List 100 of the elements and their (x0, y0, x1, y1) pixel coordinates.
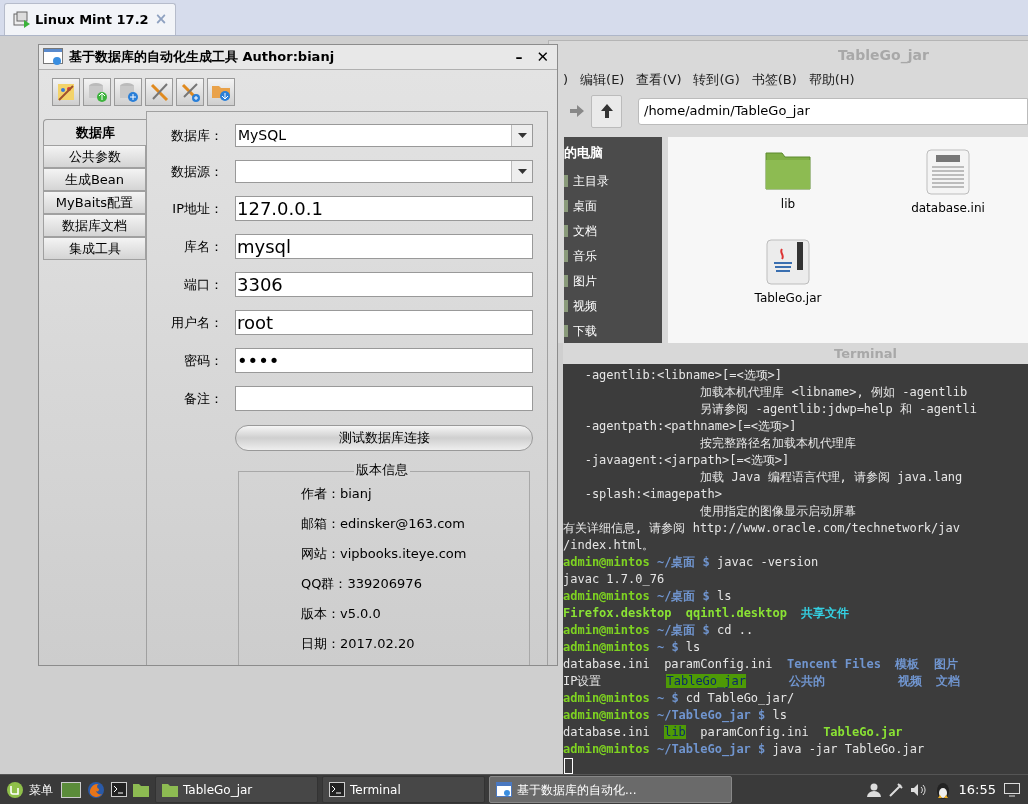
place-icon (564, 274, 568, 287)
terminal-icon (111, 782, 127, 797)
input-field[interactable]: 127.0.0.1 (235, 196, 533, 221)
cursor (564, 758, 573, 774)
window-title: 基于数据库的自动化生成工具 Author:bianj (69, 48, 336, 67)
forward-arrow-icon (570, 104, 584, 117)
tab[interactable]: 集成工具 (43, 237, 146, 260)
folder-download-icon[interactable] (207, 78, 235, 106)
minimize-button[interactable]: – (511, 46, 527, 68)
network-icon[interactable] (888, 782, 903, 797)
tab[interactable]: 公共参数 (43, 145, 146, 168)
field-label: IP地址： (171, 199, 223, 218)
sidebar-item[interactable]: 音乐 (564, 246, 662, 265)
file-name: TableGo.jar (754, 290, 822, 307)
sidebar-item[interactable]: 下载 (564, 321, 662, 340)
menu-item[interactable]: 转到(G) (693, 70, 740, 90)
terminal-line: 按完整路径名加载本机代理库 (699, 435, 858, 452)
menu-item[interactable]: 编辑(E) (580, 70, 625, 90)
palette-icon[interactable] (52, 78, 80, 106)
tools-icon[interactable] (145, 78, 173, 106)
sidebar-item[interactable]: 主目录 (564, 171, 662, 190)
place-icon (564, 224, 568, 237)
taskbar-task[interactable]: TableGo_jar (155, 776, 318, 803)
terminal-line: admin@mintos ~ $ cd TableGo_jar/ (563, 690, 796, 707)
terminal-line: -splash:<imagepath> (583, 486, 723, 503)
menu-item[interactable]: 书签(B) (751, 70, 797, 90)
database-upload-icon[interactable] (83, 78, 111, 106)
terminal-line: database.ini paramConfig.ini Tencent Files 模板 图片 (563, 656, 959, 673)
tools-add-icon[interactable] (176, 78, 204, 106)
field-label: 用户名： (170, 313, 223, 332)
terminal-line: admin@mintos ~/桌面 $ cd .. (563, 622, 755, 639)
field-label: 端口： (183, 275, 223, 294)
display-icon[interactable] (1004, 782, 1020, 797)
database-add-icon[interactable] (114, 78, 142, 106)
tab[interactable]: 数据库文档 (43, 214, 146, 237)
terminal-line: 加载本机代理库 <libname>, 例如 -agentlib (699, 384, 969, 401)
taskbar-task[interactable]: 基于数据库的自动化... (489, 776, 732, 803)
terminal-line: admin@mintos ~ $ ls (563, 639, 702, 656)
file-item[interactable]: lib (708, 149, 868, 239)
caret-icon (517, 133, 527, 138)
info-text: 日期：2017.02.20 (301, 635, 416, 652)
group-title: 版本信息 (354, 462, 410, 478)
sidebar-item[interactable]: 文档 (564, 221, 662, 240)
file-name: lib (780, 196, 796, 213)
info-text: 作者：bianj (301, 485, 373, 502)
input-field[interactable]: •••• (235, 348, 533, 373)
terminal-line: -agentlib:<libname>[=<选项>] (583, 367, 784, 384)
file-item[interactable]: TableGo.jar (708, 239, 868, 329)
input-field[interactable]: 3306 (235, 272, 533, 297)
dropdown[interactable] (235, 160, 533, 183)
folder-icon (764, 149, 812, 191)
user-icon[interactable] (866, 782, 881, 797)
taskbar-task[interactable]: Terminal (322, 776, 485, 803)
field-label: 备注： (183, 389, 223, 408)
path-field[interactable]: /home/admin/TableGo_jar (638, 97, 1028, 125)
test-connection-button[interactable]: 测试数据库连接 (235, 425, 533, 451)
input-field[interactable] (235, 386, 533, 411)
vm-tab[interactable]: Linux Mint 17.2 × (4, 3, 177, 35)
tab[interactable]: 数据库 (43, 119, 146, 145)
sidebar-item[interactable]: 桌面 (564, 196, 662, 215)
terminal-line: admin@mintos ~/桌面 $ javac -version (563, 554, 820, 571)
dropdown[interactable]: MySQL (235, 124, 533, 147)
terminal-line: 使用指定的图像显示启动屏幕 (699, 503, 858, 520)
terminal-line: 另请参阅 -agentlib:jdwp=help 和 -agentli (699, 401, 978, 418)
info-text: 网站：vipbooks.iteye.com (301, 545, 468, 562)
terminal-line: Firefox.desktop qqintl.desktop 共享文件 (563, 605, 851, 622)
field-label: 密码： (183, 351, 223, 370)
menu-item[interactable]: ) (563, 70, 569, 90)
sidebar-item[interactable]: 视频 (564, 296, 662, 315)
up-button[interactable] (591, 94, 622, 128)
caret-icon (517, 169, 527, 174)
place-icon (564, 299, 568, 312)
sidebar-item[interactable]: 图片 (564, 271, 662, 290)
input-field[interactable]: root (235, 310, 533, 335)
terminal-line: 有关详细信息, 请参阅 http://www.oracle.com/technetwork/jav (563, 520, 961, 537)
field-label: 数据源： (170, 162, 223, 181)
input-field[interactable]: mysql (235, 234, 533, 259)
penguin-icon[interactable] (934, 780, 951, 799)
place-icon (564, 324, 568, 337)
volume-icon[interactable] (910, 782, 927, 797)
folder-icon (162, 782, 178, 797)
place-icon (564, 199, 568, 212)
tab[interactable]: MyBaits配置 (43, 191, 146, 214)
firefox-icon[interactable] (87, 780, 105, 799)
text-document-icon (926, 149, 970, 195)
up-arrow-icon (600, 104, 613, 118)
field-label: 库名： (183, 237, 223, 256)
info-text: QQ群：339206976 (301, 575, 423, 592)
menu-button[interactable]: 菜单 (6, 780, 61, 799)
terminal-line: IP设置 TableGo_jar 公共的 视频 文档 (563, 673, 961, 690)
file-item[interactable]: database.ini (868, 149, 1028, 239)
show-desktop-icon[interactable] (61, 781, 81, 798)
close-button[interactable]: ✕ (532, 45, 553, 69)
terminal-line: admin@mintos ~/TableGo_jar $ ls (563, 707, 788, 724)
clock: 16:55 (958, 780, 996, 799)
menu-item[interactable]: 帮助(H) (808, 70, 855, 90)
tab[interactable]: 生成Bean (43, 168, 146, 191)
info-text: 版本：v5.0.0 (301, 605, 382, 622)
menu-item[interactable]: 查看(V) (636, 70, 682, 90)
terminal-line: javac 1.7.0_76 (563, 571, 666, 588)
